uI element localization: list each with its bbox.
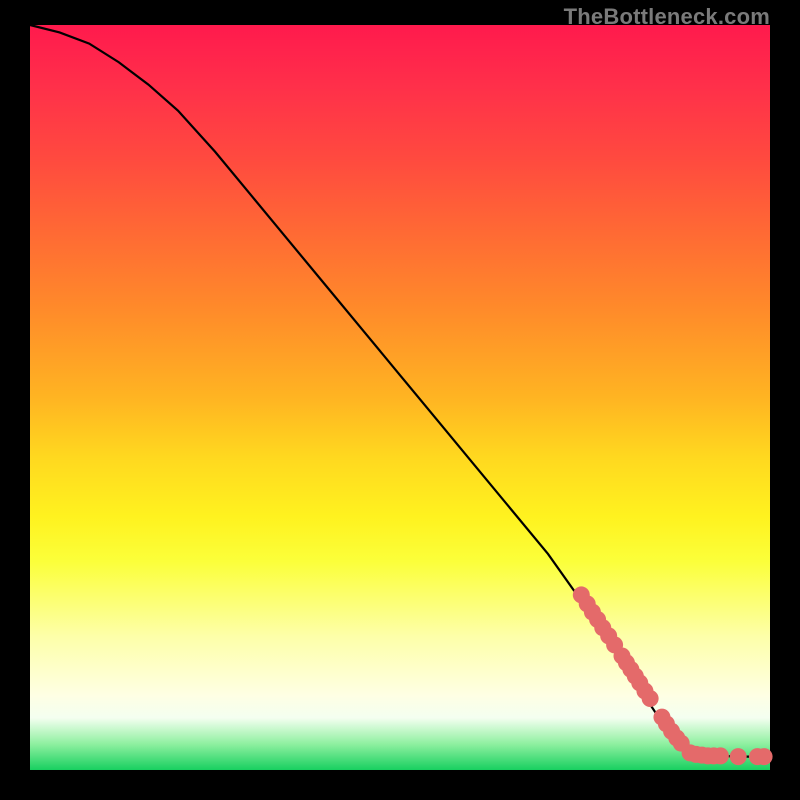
data-point: [642, 690, 659, 707]
chart-overlay: [30, 25, 770, 770]
data-point: [730, 748, 747, 765]
data-point: [756, 748, 773, 765]
data-points: [573, 586, 773, 765]
bottleneck-curve: [30, 25, 770, 757]
chart-stage: TheBottleneck.com: [0, 0, 800, 800]
data-point: [712, 747, 729, 764]
